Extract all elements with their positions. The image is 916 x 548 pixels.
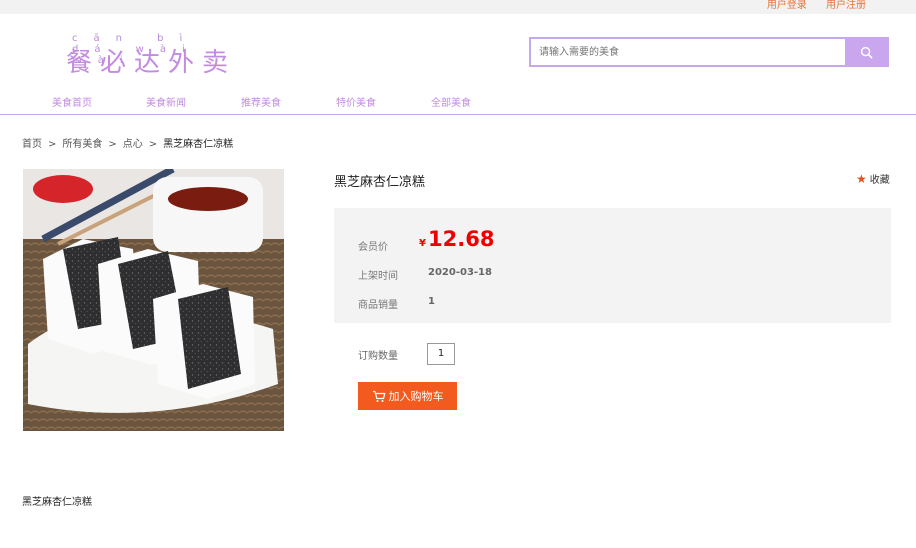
quantity-input[interactable]: 1 bbox=[427, 343, 455, 365]
price-label: 会员价 bbox=[358, 242, 388, 253]
sales-label: 商品销量 bbox=[358, 300, 398, 311]
breadcrumb: 首页 > 所有美食 > 点心 > 黑芝麻杏仁凉糕 bbox=[22, 135, 233, 150]
breadcrumb-separator: > bbox=[108, 139, 117, 150]
breadcrumb-category[interactable]: 点心 bbox=[123, 139, 143, 150]
quantity-label: 订购数量 bbox=[358, 351, 398, 362]
nav-item-recommended[interactable]: 推荐美食 bbox=[241, 94, 281, 109]
listed-date: 2020-03-18 bbox=[428, 267, 492, 278]
logo-text: 餐必达外卖 bbox=[66, 48, 237, 78]
add-to-cart-button[interactable]: 加入购物车 bbox=[358, 382, 457, 410]
breadcrumb-home[interactable]: 首页 bbox=[22, 139, 42, 150]
main-nav: 美食首页 美食新闻 推荐美食 特价美食 全部美食 bbox=[0, 90, 916, 115]
search-bar bbox=[529, 37, 889, 67]
add-to-cart-label: 加入购物车 bbox=[388, 390, 444, 403]
favorite-button[interactable]: ★ 收藏 bbox=[856, 171, 890, 186]
breadcrumb-current: 黑芝麻杏仁凉糕 bbox=[163, 139, 234, 150]
star-icon: ★ bbox=[856, 172, 867, 186]
product-price: 12.68 bbox=[428, 227, 495, 251]
search-input[interactable] bbox=[531, 39, 863, 65]
currency-symbol: ¥ bbox=[419, 238, 426, 249]
favorite-label: 收藏 bbox=[869, 175, 890, 186]
nav-item-special[interactable]: 特价美食 bbox=[336, 94, 376, 109]
listed-date-label: 上架时间 bbox=[358, 271, 398, 282]
breadcrumb-all-food[interactable]: 所有美食 bbox=[62, 139, 102, 150]
register-link[interactable]: 用户注册 bbox=[826, 0, 866, 11]
price-panel: 会员价 ¥ 12.68 上架时间 2020-03-18 商品销量 1 bbox=[334, 208, 891, 323]
product-image bbox=[23, 169, 284, 431]
nav-item-all[interactable]: 全部美食 bbox=[431, 94, 471, 109]
nav-item-home[interactable]: 美食首页 bbox=[52, 94, 92, 109]
cart-icon bbox=[372, 390, 385, 402]
login-link[interactable]: 用户登录 bbox=[767, 0, 807, 11]
user-links: 用户登录 用户注册 bbox=[751, 0, 866, 11]
product-description: 黑芝麻杏仁凉糕 bbox=[22, 497, 92, 508]
breadcrumb-separator: > bbox=[48, 139, 57, 150]
product-title: 黑芝麻杏仁凉糕 bbox=[334, 175, 426, 190]
search-button[interactable] bbox=[845, 39, 887, 65]
sales-count: 1 bbox=[428, 296, 435, 307]
site-logo[interactable]: cān bì dá wài mài 餐必达外卖 bbox=[66, 33, 256, 78]
breadcrumb-separator: > bbox=[148, 139, 158, 150]
search-icon bbox=[860, 46, 872, 58]
nav-item-news[interactable]: 美食新闻 bbox=[146, 94, 186, 109]
